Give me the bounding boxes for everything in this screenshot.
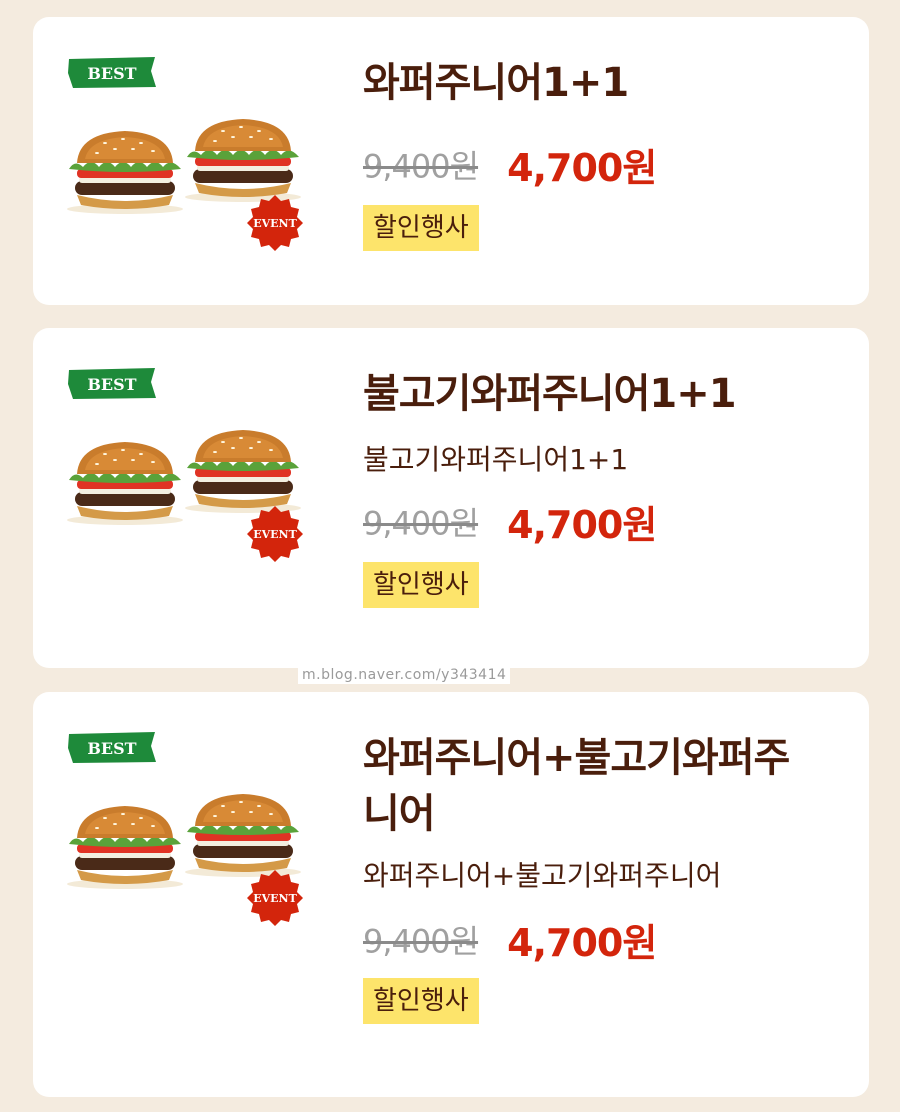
best-badge-icon: BEST: [68, 57, 156, 88]
price-row: 9,400원 4,700원: [363, 137, 839, 190]
product-title[interactable]: 불고기와퍼주니어1+1: [363, 366, 839, 422]
product-image: BEST EVENT: [33, 692, 333, 1097]
burger-icon: EVENT: [67, 430, 303, 562]
event-label: EVENT: [253, 892, 297, 905]
product-info: 와퍼주니어+불고기와퍼주니어 와퍼주니어+불고기와퍼주니어 9,400원 4,7…: [363, 730, 839, 1024]
event-badge-icon: EVENT: [247, 870, 303, 926]
product-description: 와퍼주니어+불고기와퍼주니어: [363, 859, 722, 892]
product-card[interactable]: BEST EVENT 와퍼주니어1+1 9,400원 4,700원 할인행사: [33, 17, 869, 305]
event-badge-icon: EVENT: [247, 506, 303, 562]
event-label: EVENT: [253, 217, 297, 230]
product-image: BEST EVENT: [33, 328, 333, 668]
product-info: 불고기와퍼주니어1+1 불고기와퍼주니어1+1 9,400원 4,700원 할인…: [363, 366, 839, 608]
price-row: 9,400원 4,700원: [363, 494, 839, 547]
event-badge-icon: EVENT: [247, 195, 303, 251]
price-row: 9,400원 4,700원: [363, 912, 839, 965]
discount-badge: 할인행사: [363, 978, 479, 1024]
discount-badge: 할인행사: [363, 562, 479, 608]
watermark: m.blog.naver.com/y343414: [298, 666, 511, 684]
product-description: 불고기와퍼주니어1+1: [363, 443, 629, 476]
original-price: 9,400원: [363, 504, 479, 543]
product-image: BEST EVENT: [33, 17, 333, 305]
best-label: BEST: [87, 64, 136, 83]
burger-icon: EVENT: [67, 119, 303, 251]
product-title[interactable]: 와퍼주니어1+1: [363, 55, 839, 111]
burger-icon: EVENT: [67, 794, 303, 926]
product-info: 와퍼주니어1+1 9,400원 4,700원 할인행사: [363, 55, 839, 251]
product-card[interactable]: BEST EVENT 와퍼주니어+불고기와퍼주니어 와퍼주니어+불고기와퍼주니어…: [33, 692, 869, 1097]
sale-price: 4,700원: [507, 921, 657, 965]
product-card[interactable]: BEST EVENT 불고기와퍼주니어1+1 불고기와퍼주니어1+1 9,400…: [33, 328, 869, 668]
best-label: BEST: [87, 375, 136, 394]
event-label: EVENT: [253, 528, 297, 541]
sale-price: 4,700원: [507, 503, 657, 547]
original-price: 9,400원: [363, 922, 479, 961]
best-badge-icon: BEST: [68, 732, 156, 763]
sale-price: 4,700원: [507, 146, 657, 190]
discount-badge: 할인행사: [363, 205, 479, 251]
product-title[interactable]: 와퍼주니어+불고기와퍼주니어: [363, 730, 813, 842]
best-badge-icon: BEST: [68, 368, 156, 399]
original-price: 9,400원: [363, 147, 479, 186]
best-label: BEST: [87, 739, 136, 758]
